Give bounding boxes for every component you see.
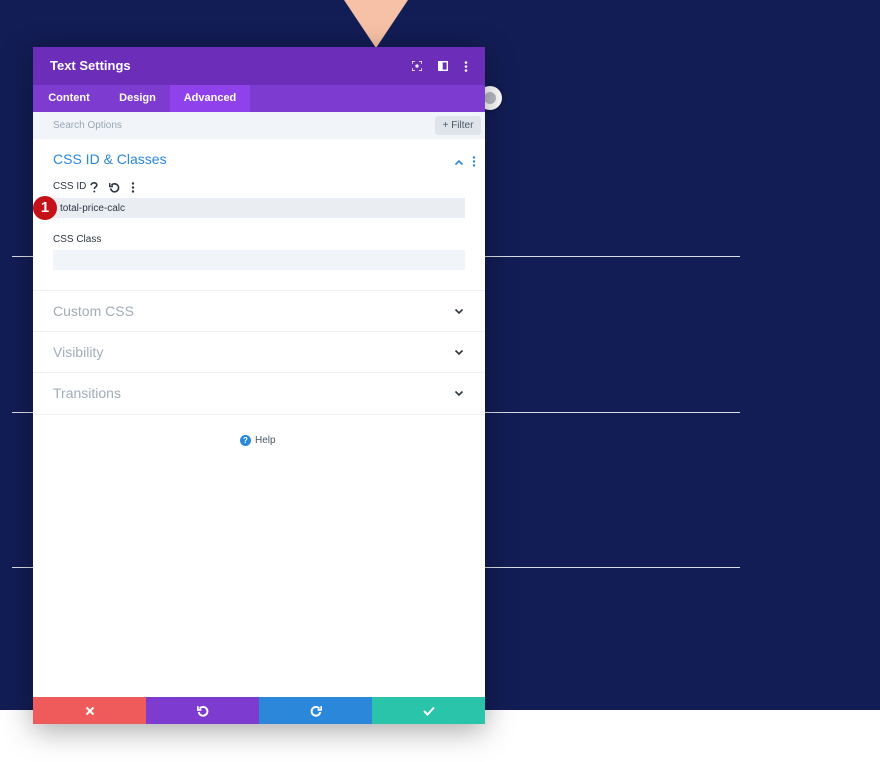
redo-icon [310,705,322,717]
section-options-icon[interactable] [472,154,476,167]
close-icon [85,706,94,715]
check-icon [422,706,435,716]
help-link[interactable]: ? Help [240,435,276,446]
field-options-icon[interactable] [127,181,139,193]
toggle-transitions[interactable]: Transitions [33,372,485,415]
tab-content[interactable]: Content [33,85,105,112]
redo-button[interactable] [259,697,372,724]
toggle-visibility[interactable]: Visibility [33,331,485,373]
toggle-label: Transitions [53,385,121,401]
save-button[interactable] [372,697,485,724]
more-options-icon[interactable] [458,58,474,74]
tab-design[interactable]: Design [105,85,170,112]
help-circle-icon: ? [240,435,251,446]
help-icon[interactable] [88,181,100,193]
undo-button[interactable] [146,697,259,724]
section-title-css-id-classes[interactable]: CSS ID & Classes [53,151,167,167]
focus-icon[interactable] [409,58,425,74]
modal-footer [33,697,485,724]
toggle-custom-css[interactable]: Custom CSS [33,290,485,332]
toggle-label: Custom CSS [53,303,134,319]
css-class-field[interactable] [53,250,465,270]
text-settings-modal: Text Settings Content Design Advanced + … [33,47,485,724]
css-id-label: CSS ID [53,181,87,192]
css-class-label: CSS Class [53,234,102,245]
filter-button[interactable]: + Filter [435,116,481,135]
search-bar: + Filter [33,112,485,139]
toggle-label: Visibility [53,344,104,360]
search-input[interactable] [33,112,428,139]
chevron-down-icon [454,390,464,397]
modal-title: Text Settings [50,58,131,73]
split-view-icon[interactable] [435,58,451,74]
tab-advanced[interactable]: Advanced [170,85,250,112]
discard-button[interactable] [33,697,146,724]
chevron-down-icon [454,308,464,315]
step-badge: 1 [33,196,57,220]
chevron-up-icon[interactable] [454,155,464,166]
chevron-down-icon [454,349,464,356]
help-label: Help [255,435,276,446]
css-id-field[interactable] [53,198,465,218]
decorative-triangle [344,0,408,48]
modal-header: Text Settings [33,47,485,85]
settings-tabs: Content Design Advanced [33,85,485,112]
gear-icon [484,92,496,104]
undo-icon [196,705,208,717]
reset-icon[interactable] [108,181,120,193]
